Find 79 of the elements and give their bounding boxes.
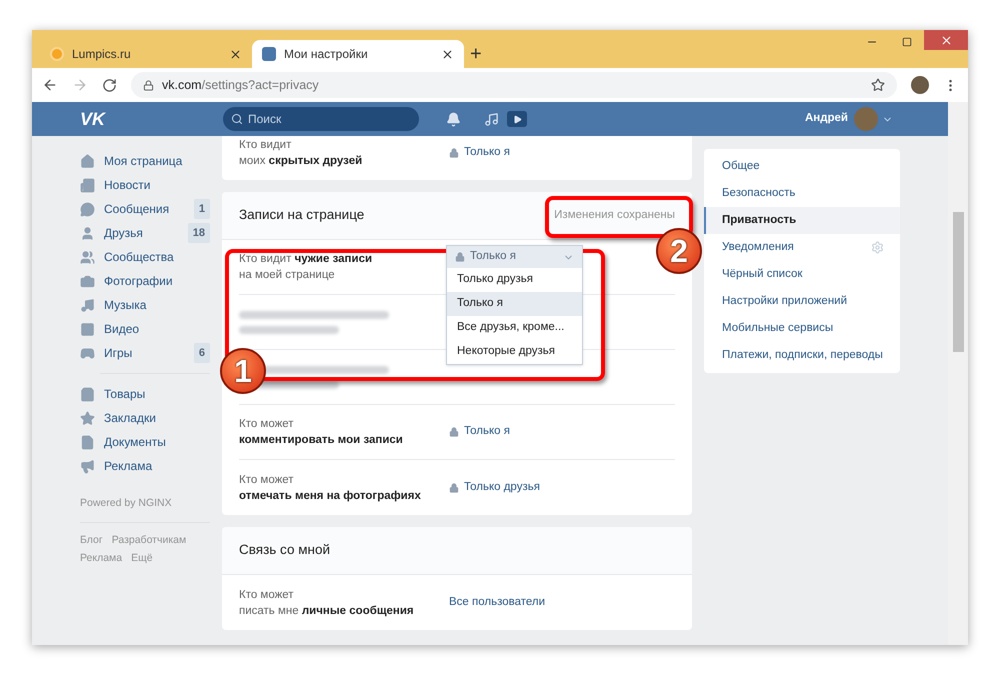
bookmark-star-icon[interactable] [871,78,885,92]
newspaper-icon [80,178,95,192]
dropdown-option[interactable]: Только друзья [447,268,582,292]
search-field[interactable]: Поиск [223,107,419,131]
browser-tab[interactable]: Мои настройки [252,40,464,68]
new-tab-button[interactable]: + [470,44,482,64]
play-icon [512,114,522,124]
nav-link[interactable]: Игры [104,344,132,362]
settings-menu-item[interactable]: Чёрный список [704,261,900,288]
document-icon [80,434,95,450]
privacy-value-link[interactable]: Только я [464,144,510,162]
speech-bubble-icon [80,202,95,216]
nav-link[interactable]: Сообщества [104,248,174,266]
setting-label: Кто может отмечать меня на фотографиях [239,472,422,504]
powered-by-text: Powered by NGINX [80,496,173,511]
setting-label: Кто видит чужие записи на моей странице [239,252,374,283]
lock-icon[interactable] [143,80,154,90]
vk-logo[interactable]: VK [80,106,110,132]
setting-label: Кто видит моих скрытых друзей [239,138,364,168]
counter: 6 [194,343,210,363]
nav-link[interactable]: Видео [104,320,140,338]
dropdown-option[interactable]: Все друзья, кроме... [447,316,582,340]
section-title: Связь со мной [239,541,330,560]
settings-menu-item[interactable]: Платежи, подписки, переводы [704,342,900,369]
settings-menu-item[interactable]: Уведомления [704,234,900,261]
music-note-icon[interactable] [484,112,499,126]
nav-link[interactable]: Музыка [104,296,146,314]
nav-link[interactable]: Документы [104,433,166,451]
megaphone-icon [80,458,95,474]
user-name[interactable]: Андрей [804,110,848,128]
reload-icon[interactable] [102,78,117,92]
settings-menu-item[interactable]: Общее [704,153,900,180]
nav-link[interactable]: Сообщения [104,200,170,218]
section-title: Записи на странице [239,206,364,224]
privacy-value-link[interactable]: Только я [464,423,510,441]
camera-icon [80,274,95,288]
scrollbar-thumb[interactable] [952,212,964,352]
counter: 1 [194,199,210,219]
close-icon[interactable] [441,48,454,60]
bell-icon[interactable] [446,112,461,126]
settings-menu-item[interactable]: Настройки приложений [704,288,900,315]
settings-menu-item[interactable]: Мобильные сервисы [704,315,900,342]
favicon-icon [262,47,276,61]
nav-link[interactable]: Реклама [104,457,152,475]
browser-tab[interactable]: Lumpics.ru [40,40,252,68]
favicon-icon [50,47,64,61]
bag-icon [80,386,95,402]
search-icon [231,113,243,125]
privacy-value-link[interactable]: Все пользователи [449,594,546,612]
nav-link[interactable]: Товары [104,385,146,403]
video-play-icon[interactable] [507,111,527,127]
gamepad-icon [80,346,95,360]
maximize-icon[interactable] [902,37,912,47]
music-note-icon [80,298,95,312]
saved-status: Изменения сохранены [554,208,675,223]
nav-link[interactable]: Моя страница [104,152,182,170]
star-icon [80,410,95,426]
close-icon [940,34,952,46]
nav-link[interactable]: Закладки [104,409,156,427]
nav-link[interactable]: Друзья [104,224,143,242]
privacy-dropdown[interactable]: Только я [447,246,582,268]
person-icon [80,226,95,240]
people-icon [80,250,95,264]
close-icon[interactable] [229,48,242,60]
dropdown-option[interactable]: Только я [447,292,582,316]
nav-link[interactable]: Новости [104,176,150,194]
dropdown-option[interactable]: Некоторые друзья [447,340,582,364]
settings-menu-item[interactable]: Безопасность [704,180,900,207]
setting-label: Кто может писать мне личные сообщения [239,588,415,618]
house-icon [80,154,95,168]
back-icon[interactable] [42,77,58,93]
profile-avatar[interactable] [911,76,929,94]
close-window-button[interactable] [924,30,968,50]
privacy-value-link[interactable]: Только друзья [464,478,540,496]
setting-label: Кто может комментировать мои записи [239,417,404,448]
counter: 18 [188,223,210,243]
nav-link[interactable]: Фотографии [104,272,173,290]
address-bar[interactable]: vk.com/settings?act=privacy [131,72,897,98]
settings-menu-item[interactable]: Приватность [704,207,900,234]
